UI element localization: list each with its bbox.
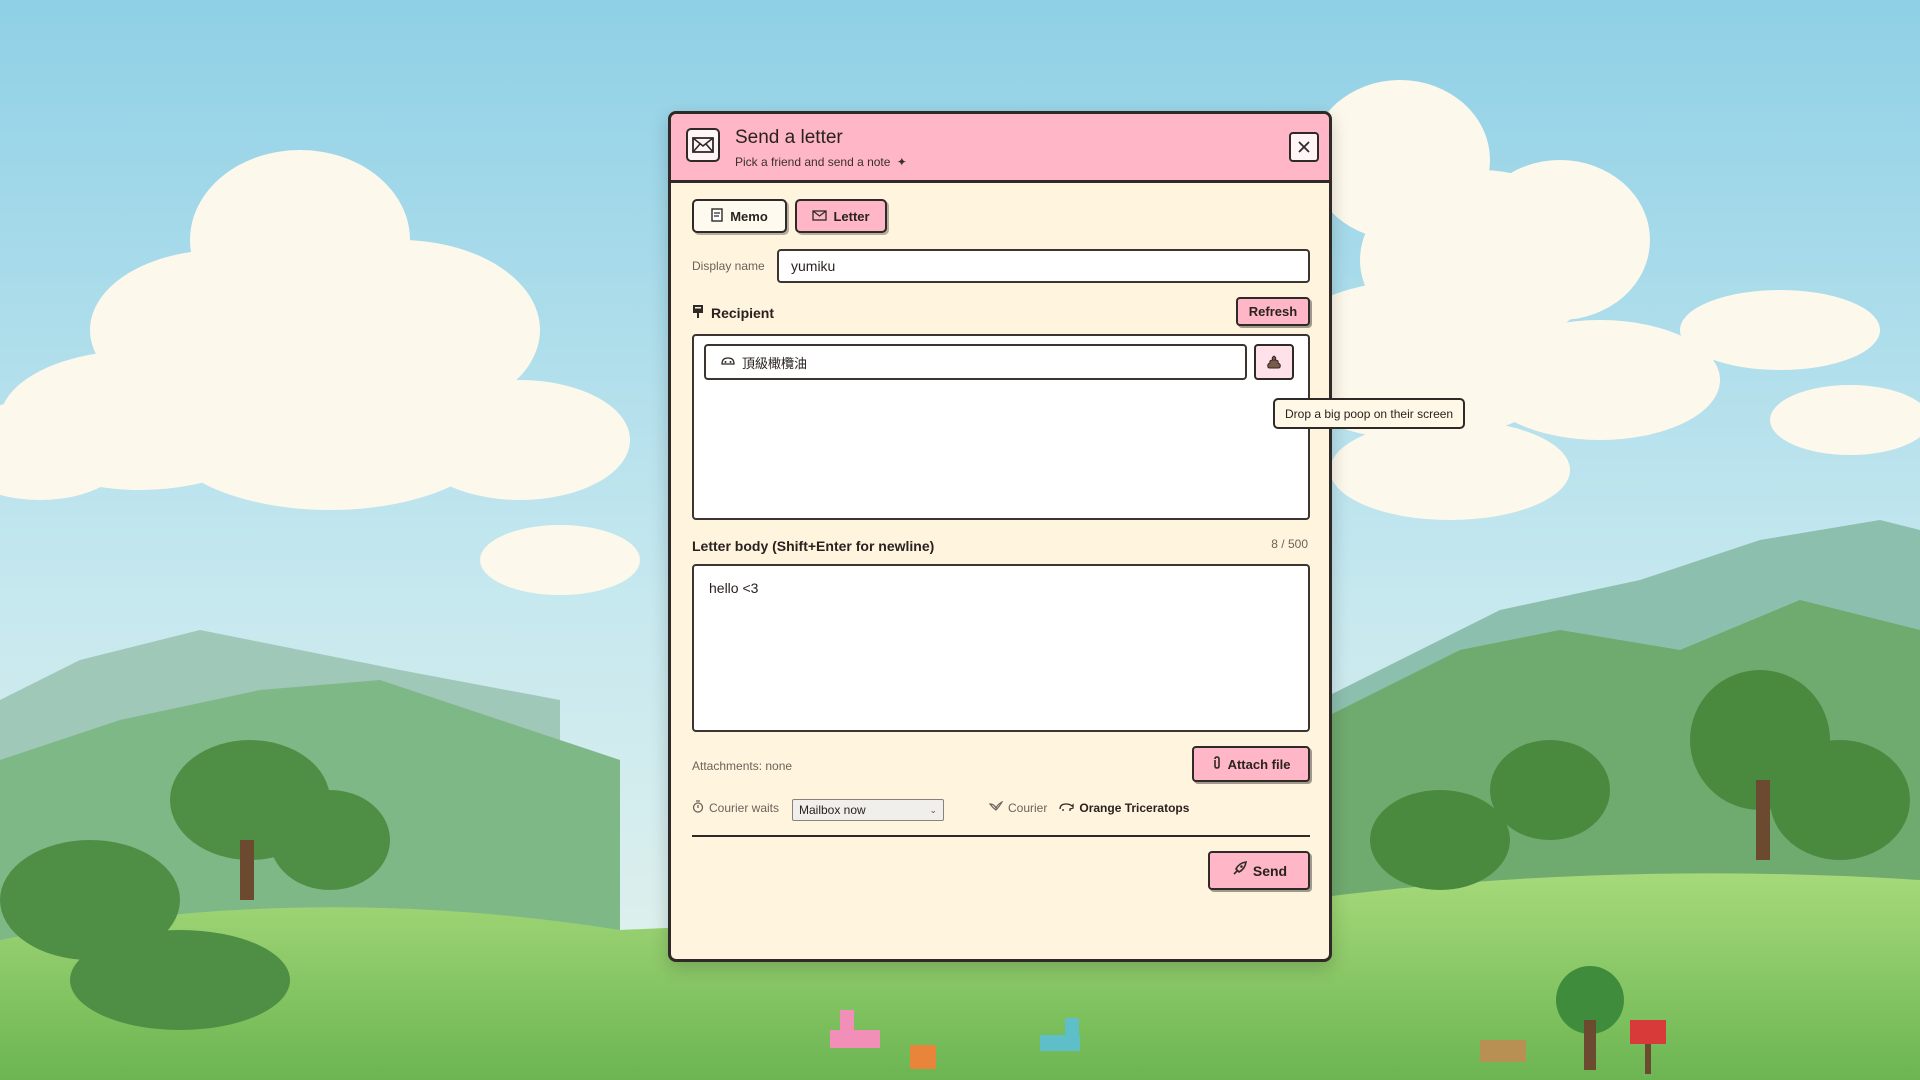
recipient-label: Recipient <box>711 304 775 321</box>
tab-memo-label: Memo <box>730 208 768 224</box>
attachments-status: Attachments: none <box>692 759 793 773</box>
courier-name: Orange Triceratops <box>1079 800 1190 815</box>
envelope-icon <box>686 128 720 162</box>
courier-wait-label: Courier waits <box>709 801 780 815</box>
tab-memo[interactable]: Memo <box>692 199 787 233</box>
courier-wait-value: Mailbox now <box>799 803 866 817</box>
friend-row[interactable]: 頂級橄欖油 <box>704 344 1247 380</box>
memo-icon <box>711 207 724 225</box>
letter-body-label: Letter body (Shift+Enter for newline) <box>692 538 935 554</box>
close-icon <box>1298 141 1310 153</box>
display-name-label: Display name <box>692 259 765 273</box>
tab-letter[interactable]: Letter <box>795 199 887 233</box>
display-name-value: yumiku <box>791 258 836 274</box>
mailbox-icon <box>692 304 705 321</box>
friend-avatar-icon <box>720 354 736 370</box>
poop-tooltip-text: Drop a big poop on their screen <box>1285 406 1454 421</box>
sparkle-icon: ✦ <box>896 155 907 169</box>
timer-icon <box>692 800 704 816</box>
recipient-list: 頂級橄欖油 <box>692 334 1310 520</box>
refresh-button[interactable]: Refresh <box>1236 297 1310 326</box>
envelope-icon <box>812 209 828 224</box>
courier-wait-select[interactable]: Mailbox now ⌄ <box>792 799 944 821</box>
send-letter-dialog: Send a letter Pick a friend and send a n… <box>668 111 1332 962</box>
display-name-input[interactable]: yumiku <box>777 249 1310 283</box>
chevron-down-icon: ⌄ <box>929 804 937 815</box>
courier-label: Courier <box>1008 800 1048 815</box>
send-button-label: Send <box>1252 862 1288 879</box>
rocket-icon <box>1231 861 1247 880</box>
poop-tooltip: Drop a big poop on their screen <box>1273 398 1466 429</box>
dialog-header: Send a letter Pick a friend and send a n… <box>671 114 1329 183</box>
dialog-subtitle: Pick a friend and send a note ✦ <box>735 155 907 169</box>
letter-body-textarea[interactable]: hello <3 <box>692 564 1310 732</box>
courier-group: Courier Orange Triceratops <box>988 800 1190 815</box>
courier-wait-group: Courier waits <box>692 800 779 816</box>
dino-icon <box>1058 801 1075 815</box>
dialog-subtitle-text: Pick a friend and send a note <box>735 155 891 169</box>
letter-body-text: hello <3 <box>709 580 759 596</box>
friend-name: 頂級橄欖油 <box>742 355 808 371</box>
poop-icon <box>1267 355 1281 369</box>
refresh-button-label: Refresh <box>1248 304 1298 319</box>
char-counter: 8 / 500 <box>1271 537 1308 551</box>
attach-file-label: Attach file <box>1227 756 1291 772</box>
footer-divider <box>692 835 1310 837</box>
attach-file-button[interactable]: Attach file <box>1192 746 1310 782</box>
close-button[interactable] <box>1289 132 1319 162</box>
send-button[interactable]: Send <box>1208 851 1310 890</box>
poop-button[interactable] <box>1254 344 1294 380</box>
bird-icon <box>988 800 1004 815</box>
dialog-title: Send a letter <box>735 127 843 148</box>
recipient-heading: Recipient <box>692 304 774 321</box>
tab-letter-label: Letter <box>833 208 870 224</box>
paperclip-icon <box>1212 755 1222 773</box>
